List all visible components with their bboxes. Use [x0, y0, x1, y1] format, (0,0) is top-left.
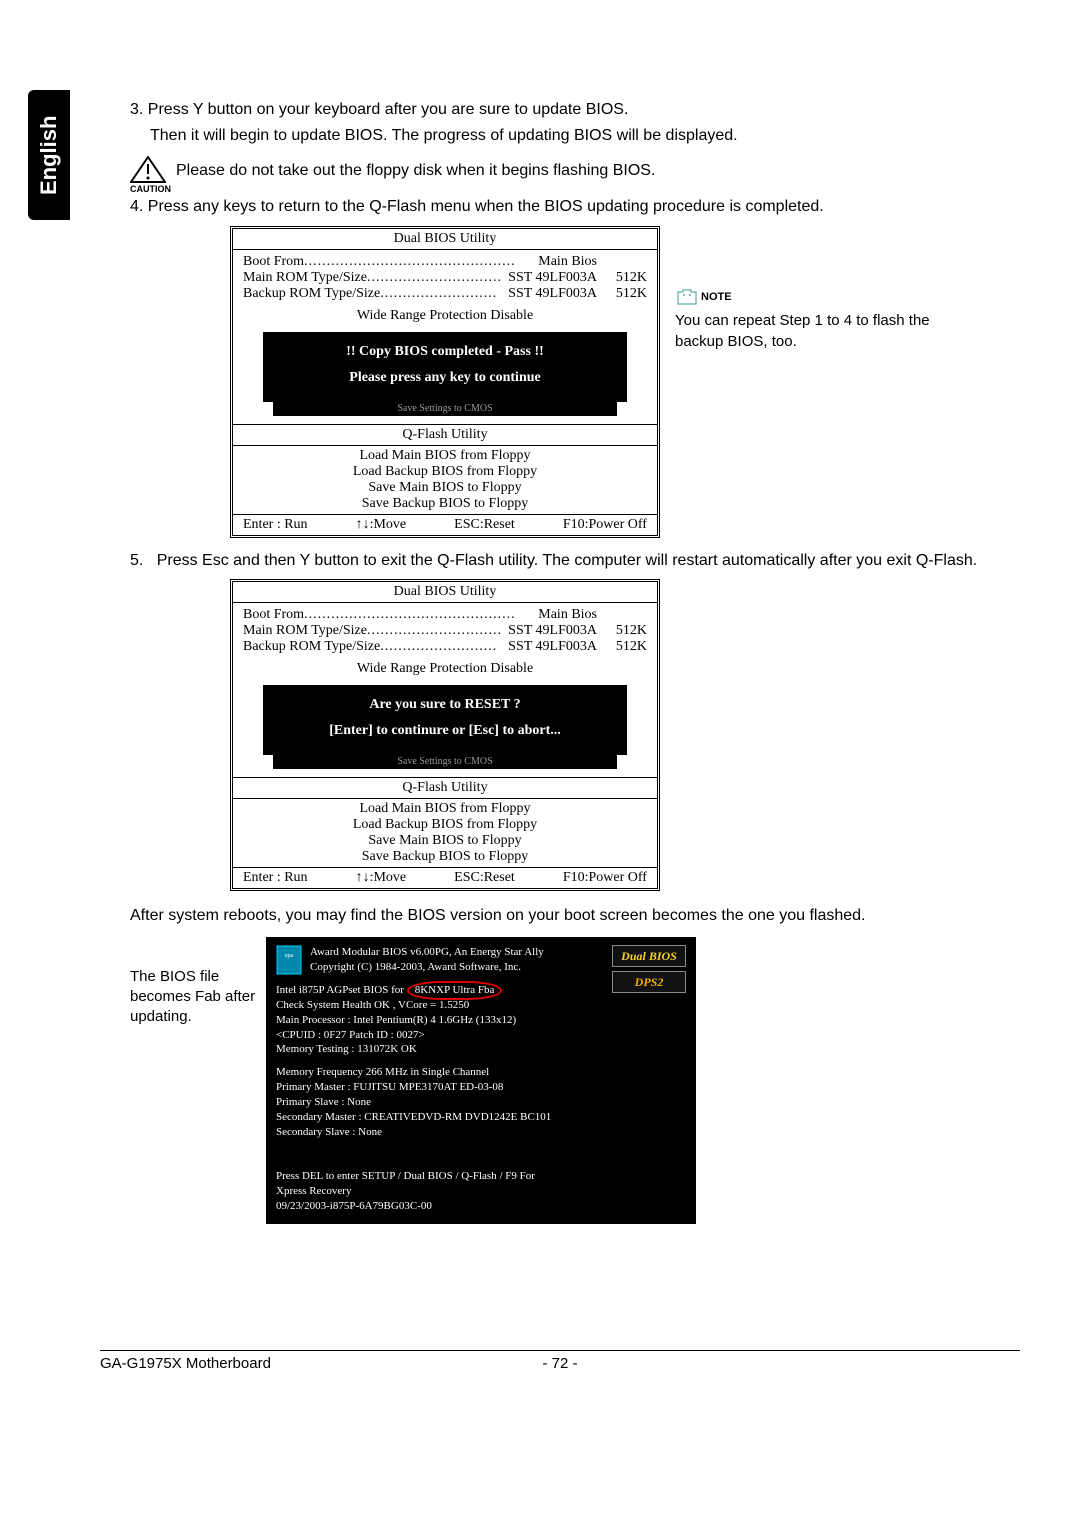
- bios-utility-2: Dual BIOS Utility Boot From ............…: [130, 579, 1000, 891]
- bios-id-prefix: Intel i875P AGPset BIOS for: [276, 984, 407, 996]
- boot-footer-line: Xpress Recovery: [276, 1184, 686, 1199]
- menu-item[interactable]: Save Main BIOS to Floppy: [233, 833, 657, 849]
- dialog-line-2: [Enter] to continure or [Esc] to abort..…: [271, 723, 619, 739]
- key-move: ↑↓:Move: [356, 517, 407, 533]
- page-content: 3. Press Y button on your keyboard after…: [130, 95, 1000, 1224]
- backup-rom-size: 512K: [597, 286, 647, 302]
- boot-line: Main Processor : Intel Pentium(R) 4 1.6G…: [276, 1013, 686, 1028]
- bios-title: Dual BIOS Utility: [233, 582, 657, 603]
- after-reboot-text: After system reboots, you may find the B…: [130, 905, 1000, 927]
- boot-line: Memory Testing : 131072K OK: [276, 1042, 686, 1057]
- note-sidebar: NOTE You can repeat Step 1 to 4 to flash…: [675, 286, 955, 352]
- menu-item[interactable]: Load Backup BIOS from Floppy: [233, 817, 657, 833]
- boot-screen: Dual BIOS DPS2 epa Award Modular BIOS v6…: [266, 937, 696, 1224]
- boot-line: Primary Slave : None: [276, 1095, 686, 1110]
- boot-note: The BIOS file becomes Fab after updating…: [130, 967, 260, 1028]
- key-hints: Enter : Run ↑↓:Move ESC:Reset F10:Power …: [233, 867, 657, 888]
- hidden-menu-strip: Save Settings to CMOS: [273, 755, 617, 769]
- qflash-title: Q-Flash Utility: [233, 424, 657, 446]
- page-footer: GA-G1975X Motherboard - 72 -: [100, 1350, 1020, 1372]
- step-3: 3. Press Y button on your keyboard after…: [130, 99, 1000, 121]
- award-line-2: Copyright (C) 1984-2003, Award Software,…: [310, 960, 544, 975]
- main-rom-size: 512K: [597, 270, 647, 286]
- boot-screen-wrap: The BIOS file becomes Fab after updating…: [130, 937, 1000, 1224]
- menu-item[interactable]: Load Main BIOS from Floppy: [233, 448, 657, 464]
- dual-bios-logo: Dual BIOS: [612, 945, 686, 967]
- wide-range-protection: Wide Range Protection Disable: [243, 661, 647, 677]
- main-rom-value: SST 49LF003A: [508, 270, 597, 286]
- award-line-1: Award Modular BIOS v6.00PG, An Energy St…: [310, 945, 544, 960]
- dialog-line-1: Are you sure to RESET ?: [271, 697, 619, 713]
- boot-from-label: Boot From: [243, 254, 304, 270]
- svg-text:epa: epa: [285, 953, 294, 959]
- bios-utility-1: Dual BIOS Utility Boot From ............…: [130, 226, 1000, 538]
- boot-line: Primary Master : FUJITSU MPE3170AT ED-03…: [276, 1080, 686, 1095]
- qflash-menu: Load Main BIOS from Floppy Load Backup B…: [233, 799, 657, 867]
- menu-item[interactable]: Save Main BIOS to Floppy: [233, 480, 657, 496]
- footer-left: GA-G1975X Motherboard: [100, 1355, 271, 1372]
- step-5: 5. Press Esc and then Y button to exit t…: [130, 550, 1000, 572]
- menu-item[interactable]: Load Backup BIOS from Floppy: [233, 464, 657, 480]
- caution-text: Please do not take out the floppy disk w…: [176, 162, 655, 180]
- step-number: 5.: [130, 552, 143, 569]
- menu-item[interactable]: Load Main BIOS from Floppy: [233, 801, 657, 817]
- caution-label: CAUTION: [130, 184, 166, 194]
- boot-from-value: Main Bios: [538, 254, 597, 270]
- menu-item[interactable]: Save Backup BIOS to Floppy: [233, 496, 657, 512]
- caution-icon: CAUTION: [130, 156, 166, 186]
- step-text: Press Y button on your keyboard after yo…: [148, 101, 629, 118]
- key-f10: F10:Power Off: [563, 517, 647, 533]
- boot-line: <CPUID : 0F27 Patch ID : 0027>: [276, 1028, 686, 1043]
- boot-footer-line: Press DEL to enter SETUP / Dual BIOS / Q…: [276, 1169, 686, 1184]
- step-text: Press any keys to return to the Q-Flash …: [148, 198, 824, 215]
- dialog-copy-complete: !! Copy BIOS completed - Pass !! Please …: [263, 332, 627, 402]
- boot-line: Secondary Master : CREATIVEDVD-RM DVD124…: [276, 1110, 686, 1125]
- boot-logos: Dual BIOS DPS2: [612, 945, 686, 997]
- wide-range-protection: Wide Range Protection Disable: [243, 308, 647, 324]
- step-3-cont: Then it will begin to update BIOS. The p…: [150, 125, 1000, 147]
- menu-item[interactable]: Save Backup BIOS to Floppy: [233, 849, 657, 865]
- dialog-reset-confirm: Are you sure to RESET ? [Enter] to conti…: [263, 685, 627, 755]
- dialog-line-2: Please press any key to continue: [271, 370, 619, 386]
- page-number: - 72 -: [542, 1355, 577, 1372]
- step-number: 4.: [130, 198, 143, 215]
- note-text: You can repeat Step 1 to 4 to flash the …: [675, 310, 955, 352]
- key-esc: ESC:Reset: [454, 517, 515, 533]
- note-icon: NOTE: [675, 286, 955, 306]
- dialog-line-1: !! Copy BIOS completed - Pass !!: [271, 344, 619, 360]
- step-4: 4. Press any keys to return to the Q-Fla…: [130, 196, 1000, 218]
- boot-line: Secondary Slave : None: [276, 1125, 686, 1140]
- step-text: Press Esc and then Y button to exit the …: [157, 552, 978, 569]
- boot-footer-line: 09/23/2003-i875P-6A79BG03C-00: [276, 1199, 686, 1214]
- language-tab: English: [28, 90, 70, 220]
- caution-row: CAUTION Please do not take out the flopp…: [130, 156, 1000, 186]
- hidden-menu-strip: Save Settings to CMOS: [273, 402, 617, 416]
- backup-rom-value: SST 49LF003A: [508, 286, 597, 302]
- key-hints: Enter : Run ↑↓:Move ESC:Reset F10:Power …: [233, 514, 657, 535]
- backup-rom-label: Backup ROM Type/Size: [243, 286, 380, 302]
- bios-version-highlight: 8KNXP Ultra Fba: [407, 981, 503, 1000]
- step-number: 3.: [130, 101, 143, 118]
- dps2-logo: DPS2: [612, 971, 686, 993]
- bios-title: Dual BIOS Utility: [233, 229, 657, 250]
- main-rom-label: Main ROM Type/Size: [243, 270, 367, 286]
- qflash-menu: Load Main BIOS from Floppy Load Backup B…: [233, 446, 657, 514]
- boot-line: Memory Frequency 266 MHz in Single Chann…: [276, 1065, 686, 1080]
- boot-line: Check System Health OK , VCore = 1.5250: [276, 998, 686, 1013]
- energy-star-icon: epa: [276, 945, 302, 975]
- qflash-title: Q-Flash Utility: [233, 777, 657, 799]
- key-enter: Enter : Run: [243, 517, 308, 533]
